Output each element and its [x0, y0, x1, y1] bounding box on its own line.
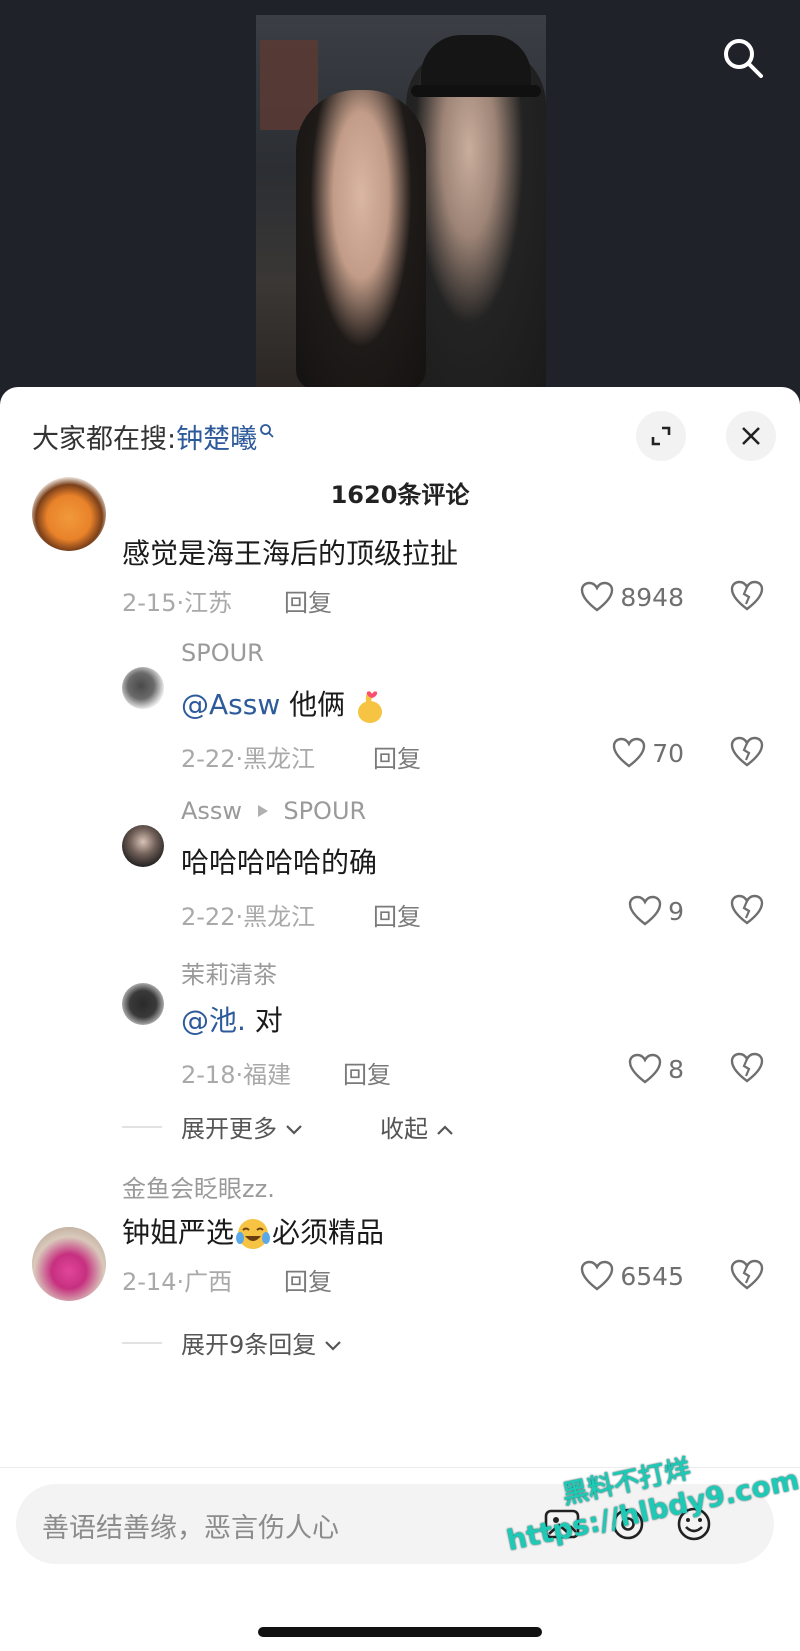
comment-body-end: 必须精品: [272, 1216, 385, 1249]
comment-body: 他俩: [280, 688, 355, 721]
reply-button[interactable]: 回复: [373, 897, 421, 932]
comment-count: 1620条评论: [330, 481, 470, 509]
hot-search[interactable]: 大家都在搜:钟楚曦: [32, 417, 275, 456]
collapse-label: 收起: [380, 1115, 428, 1143]
like-count: 9: [668, 896, 684, 926]
dislike-button[interactable]: [730, 736, 764, 770]
reply-target-name[interactable]: SPOUR: [283, 797, 366, 825]
dislike-button[interactable]: [730, 1052, 764, 1086]
home-indicator[interactable]: [258, 1627, 542, 1637]
reply-button[interactable]: 回复: [284, 1262, 332, 1297]
small-search-icon: [260, 424, 274, 438]
expand-more-button[interactable]: 展开更多: [181, 1109, 303, 1144]
photo-hat: [411, 35, 541, 97]
heart-icon: [628, 1053, 662, 1084]
dislike-button[interactable]: [730, 1259, 764, 1293]
comment-input-placeholder: 善语结善缘，恶言伤人心: [42, 1513, 339, 1544]
like-button[interactable]: 6545: [560, 1259, 684, 1293]
dislike-button[interactable]: [730, 580, 764, 614]
chevron-down-icon: [325, 1341, 341, 1351]
close-button[interactable]: [726, 411, 776, 461]
expand-more-label: 展开更多: [181, 1115, 277, 1143]
avatar[interactable]: [122, 983, 164, 1025]
comment-meta: 2-22·黑龙江: [181, 903, 316, 931]
photo-person-man: [406, 45, 546, 395]
heart-icon: [628, 895, 662, 926]
broken-heart-icon: [730, 736, 764, 767]
comment-meta: 2-22·黑龙江: [181, 745, 316, 773]
like-count: 8: [668, 1054, 684, 1084]
avatar[interactable]: [122, 825, 164, 867]
commenter-username[interactable]: Assw: [181, 797, 242, 825]
commenter-name[interactable]: 金鱼会眨眼zz.: [122, 1169, 275, 1204]
dislike-button[interactable]: [730, 894, 764, 928]
heart-icon: [581, 1260, 614, 1291]
thread-divider: [122, 1342, 162, 1344]
expand-replies-button[interactable]: 展开9条回复: [181, 1325, 342, 1360]
broken-heart-icon: [730, 1259, 764, 1290]
hot-search-label: 大家都在搜:: [32, 424, 177, 455]
commenter-name[interactable]: 茉莉清茶: [181, 955, 277, 990]
comment-meta: 2-14·广西: [122, 1268, 233, 1296]
close-icon: [742, 427, 760, 445]
collapse-button[interactable]: 收起: [380, 1109, 454, 1144]
broken-heart-icon: [730, 1052, 764, 1083]
comment-body: 对: [245, 1004, 283, 1037]
like-button[interactable]: 8948: [560, 580, 684, 614]
comment-text: 哈哈哈哈哈的确: [181, 846, 378, 879]
avatar[interactable]: [122, 667, 164, 709]
broken-heart-icon: [730, 580, 764, 611]
chevron-down-icon: [285, 1125, 302, 1135]
comment-text: @Assw 他俩: [181, 683, 386, 724]
like-button[interactable]: 9: [600, 894, 684, 928]
photo-person-woman: [296, 90, 426, 390]
like-button[interactable]: 70: [590, 736, 684, 770]
reply-button[interactable]: 回复: [373, 739, 421, 774]
avatar[interactable]: [32, 477, 106, 551]
comment-sheet: 大家都在搜:钟楚曦 1620条评论 感觉是海王海后的顶级拉扯 2-15·江苏 回…: [0, 387, 800, 1651]
expand-replies-label: 展开9条回复: [181, 1331, 317, 1359]
laughing-crying-emoji-icon: [236, 1219, 271, 1249]
finger-heart-emoji-icon: [358, 691, 383, 723]
video-area[interactable]: [0, 0, 800, 400]
heart-icon: [612, 737, 646, 768]
commenter-name[interactable]: SPOUR: [181, 639, 264, 667]
fullscreen-button[interactable]: [636, 411, 686, 461]
reply-arrow-icon: [257, 805, 268, 817]
comment-meta: 2-18·福建: [181, 1061, 292, 1089]
broken-heart-icon: [730, 894, 764, 925]
comment-text: 钟姐严选 必须精品: [122, 1211, 384, 1252]
comment-text: @池. 对: [181, 999, 283, 1039]
search-icon[interactable]: [720, 35, 766, 81]
commenter-name: Assw SPOUR: [181, 797, 366, 825]
like-count: 70: [652, 738, 684, 768]
hot-search-keyword[interactable]: 钟楚曦: [176, 424, 257, 455]
heart-icon: [581, 581, 614, 612]
like-count: 6545: [620, 1261, 684, 1291]
avatar[interactable]: [32, 1227, 106, 1301]
like-button[interactable]: 8: [600, 1052, 684, 1086]
thread-divider: [122, 1126, 162, 1128]
comment-body: 钟姐严选: [122, 1216, 235, 1249]
comment-meta: 2-15·江苏: [122, 589, 233, 617]
expand-icon: [651, 426, 671, 446]
reply-button[interactable]: 回复: [284, 583, 332, 618]
like-count: 8948: [620, 582, 684, 612]
chevron-up-icon: [436, 1125, 453, 1135]
mention-link[interactable]: @池.: [181, 1004, 246, 1037]
comment-text: 感觉是海王海后的顶级拉扯: [122, 537, 459, 570]
reply-button[interactable]: 回复: [343, 1055, 391, 1090]
video-thumbnail: [256, 15, 546, 397]
mention-link[interactable]: @Assw: [181, 688, 280, 721]
